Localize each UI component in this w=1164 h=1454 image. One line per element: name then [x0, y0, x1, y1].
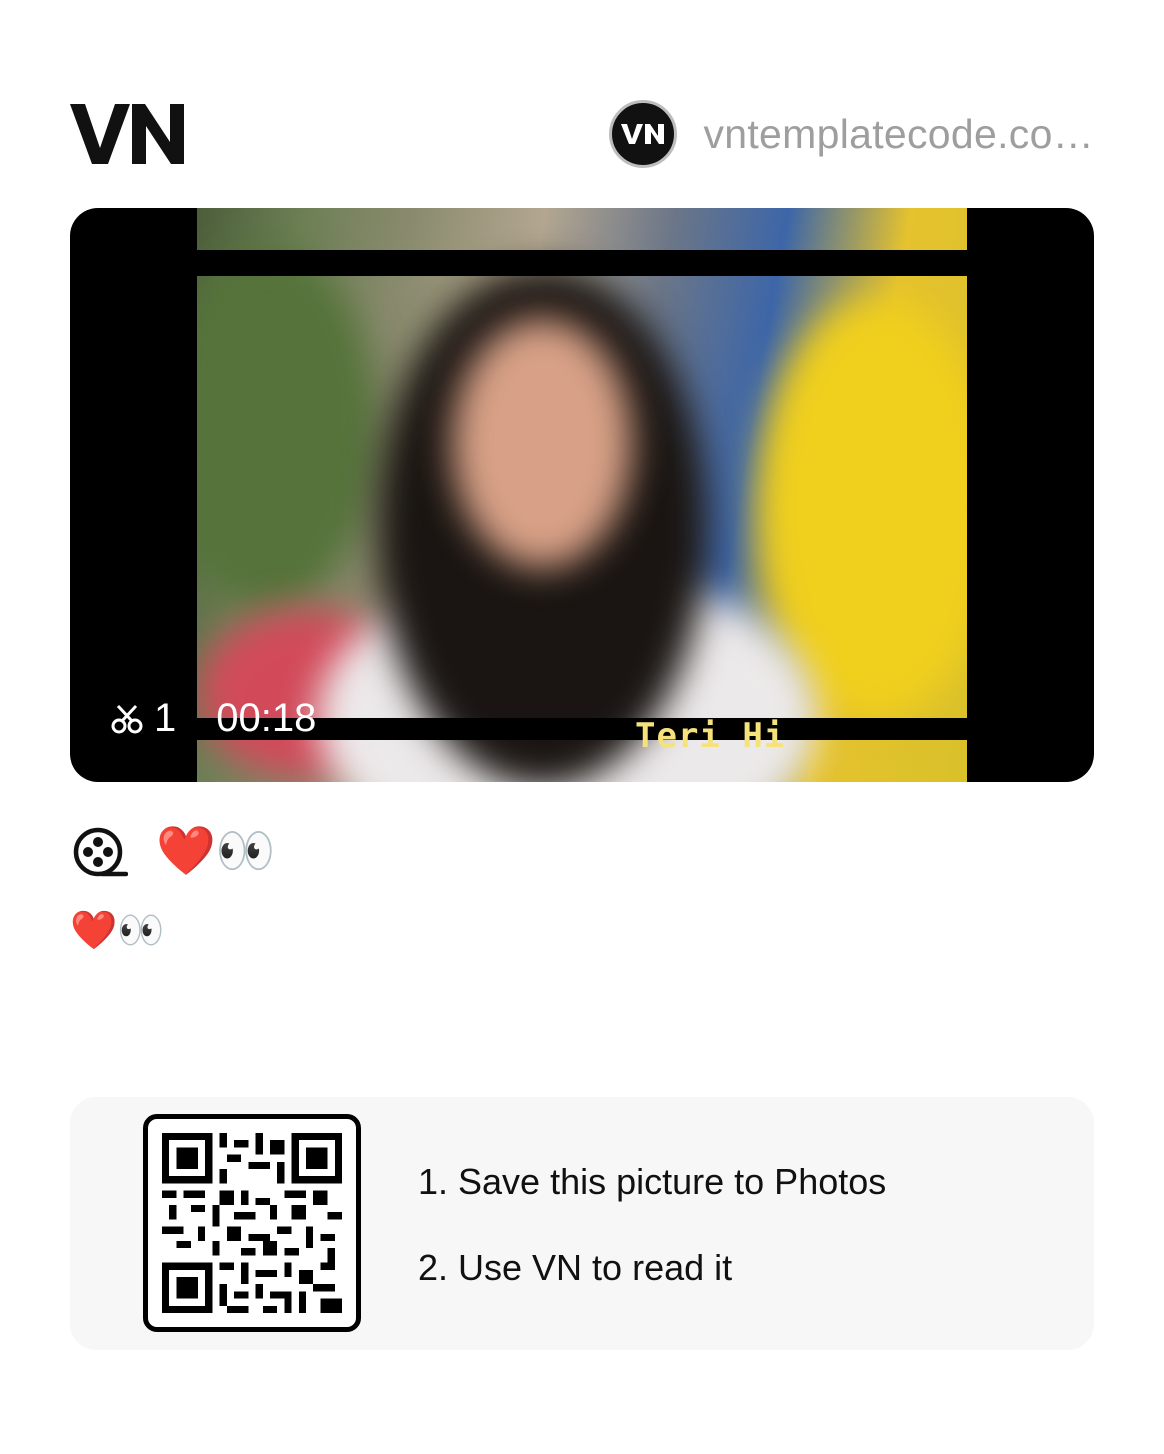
author-avatar[interactable] [609, 100, 678, 168]
qr-code-icon [162, 1133, 342, 1313]
qr-step-save: 1. Save this picture to Photos [418, 1161, 887, 1202]
qr-card: 1. Save this picture to Photos 2. Use VN… [70, 1097, 1094, 1350]
author-info[interactable]: vntemplatecode.co… [609, 98, 1094, 170]
video-caption-text: Teri Hi [635, 716, 786, 756]
film-strip-band [197, 250, 967, 276]
header: vntemplatecode.co… [70, 96, 1094, 176]
clip-count: 1 [154, 696, 177, 740]
vn-logo [70, 104, 184, 164]
video-meta: 1 00:18 [110, 696, 316, 741]
avatar-vn-icon [621, 124, 665, 144]
qr-code[interactable] [143, 1114, 361, 1332]
video-duration: 00:18 [216, 696, 317, 740]
scissors-icon [111, 704, 143, 733]
film-reel-icon [73, 827, 128, 877]
template-description: ❤️👀 [70, 910, 165, 952]
video-preview[interactable]: Teri Hi 1 00:18 [70, 208, 1094, 782]
template-title-row: ❤️👀 [72, 822, 276, 882]
qr-step-read: 2. Use VN to read it [418, 1247, 733, 1288]
template-title: ❤️👀 [156, 825, 276, 878]
author-name[interactable]: vntemplatecode.co… [703, 111, 1094, 158]
